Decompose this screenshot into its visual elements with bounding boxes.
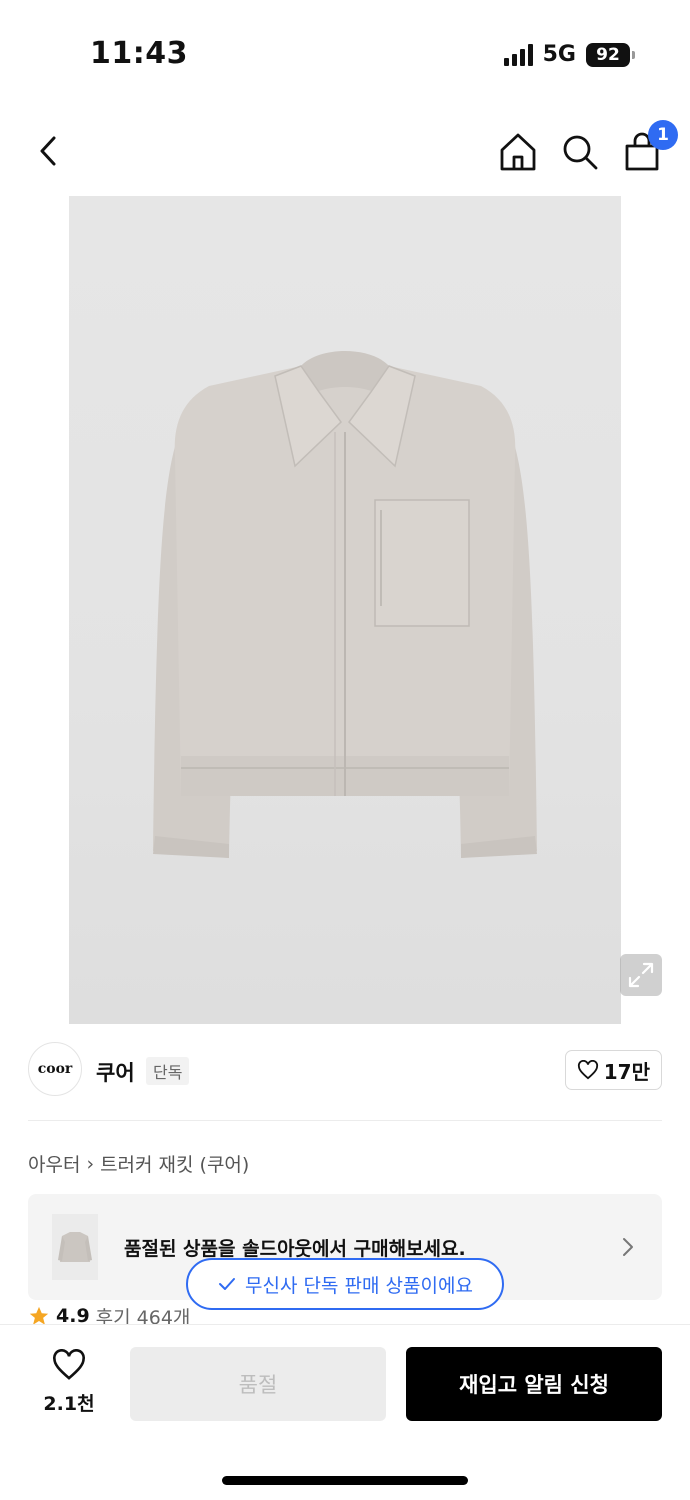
expand-icon	[628, 962, 654, 988]
brand-row: coor 쿠어 단독 17만	[28, 1040, 662, 1104]
product-image[interactable]	[69, 196, 621, 1024]
wishlist-count: 2.1천	[43, 1393, 95, 1415]
restock-alert-button[interactable]: 재입고 알림 신청	[406, 1347, 662, 1421]
status-bar: 11:43 5G 92	[0, 0, 690, 100]
heart-icon	[577, 1060, 598, 1080]
banner-text: 품절된 상품을 솔드아웃에서 구매해보세요.	[124, 1238, 466, 1260]
brand-name[interactable]: 쿠어	[96, 1057, 135, 1087]
divider	[28, 1120, 662, 1121]
brand-logo-text: coor	[37, 1061, 73, 1077]
heart-icon	[53, 1349, 85, 1380]
home-indicator	[222, 1476, 468, 1485]
brand-logo[interactable]: coor	[28, 1042, 82, 1096]
jacket-thumbnail	[58, 1232, 92, 1262]
jacket-illustration	[153, 351, 537, 858]
chevron-right-icon: ›	[86, 1152, 95, 1175]
brand-like-button[interactable]: 17만	[564, 1050, 662, 1090]
cart-button[interactable]: 1	[622, 120, 678, 174]
brand-like-count: 17만	[603, 1059, 650, 1084]
exclusive-notice-toast: 무신사 단독 판매 상품이에요	[186, 1258, 504, 1310]
exclusive-notice-text: 무신사 단독 판매 상품이에요	[245, 1274, 473, 1297]
breadcrumb-product[interactable]: 트러커 재킷 (쿠어)	[100, 1150, 249, 1177]
bottom-action-bar: 2.1천 품절 재입고 알림 신청	[0, 1324, 690, 1500]
chevron-left-icon	[40, 136, 56, 166]
expand-image-button[interactable]	[620, 954, 662, 996]
back-button[interactable]	[28, 130, 72, 174]
signal-icon	[503, 43, 533, 66]
exclusive-tag: 단독	[146, 1057, 190, 1085]
product-image-area[interactable]	[0, 196, 690, 1024]
search-icon	[563, 135, 598, 170]
top-navigation: 1	[0, 120, 690, 184]
home-icon	[500, 133, 536, 171]
battery-level: 92	[596, 44, 620, 65]
breadcrumb: 아우터 › 트러커 재킷 (쿠어)	[28, 1150, 249, 1177]
chevron-right-icon	[623, 1238, 633, 1256]
battery-icon: 92	[586, 42, 635, 67]
network-type: 5G	[542, 42, 576, 67]
soldout-button: 품절	[130, 1347, 386, 1421]
wishlist-button[interactable]: 2.1천	[40, 1349, 98, 1416]
home-button[interactable]	[498, 130, 538, 174]
status-indicators: 5G 92	[503, 42, 635, 67]
banner-thumbnail	[52, 1214, 98, 1280]
status-time: 11:43	[90, 36, 188, 71]
breadcrumb-category[interactable]: 아우터	[28, 1150, 80, 1177]
search-button[interactable]	[560, 130, 600, 174]
cart-count-badge: 1	[648, 120, 678, 150]
check-icon	[219, 1278, 236, 1290]
